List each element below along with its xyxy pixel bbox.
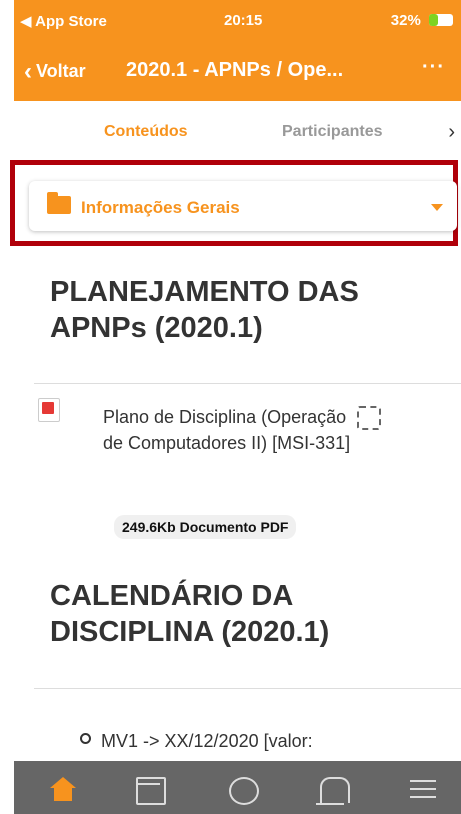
clock: 20:15 [224, 12, 263, 29]
status-bar: ◀ App Store 20:15 32% [14, 0, 461, 40]
bottom-tab-bar [14, 761, 461, 814]
section-heading-planejamento: PLANEJAMENTO DAS APNPs (2020.1) [50, 276, 359, 344]
back-button[interactable]: ‹ Voltar [24, 58, 86, 86]
page-title: 2020.1 - APNPs / Ope... [126, 59, 344, 81]
section-selector[interactable]: Informações Gerais [29, 181, 457, 231]
app-header: ◀ App Store 20:15 32% ‹ Voltar 2020.1 - A… [14, 0, 461, 101]
back-label: Voltar [36, 61, 86, 81]
tab-bar: Conteúdos Participantes › [14, 101, 461, 161]
home-icon[interactable] [50, 777, 76, 801]
menu-icon[interactable] [410, 777, 436, 801]
section-heading-calendario: CALENDÁRIO DA DISCIPLINA (2020.1) [50, 580, 330, 648]
list-item-text: MV1 -> XX/12/2020 [valor: [101, 731, 313, 751]
bell-icon[interactable] [316, 777, 350, 805]
divider [34, 383, 461, 384]
selection-icon[interactable] [357, 406, 381, 430]
pdf-icon [38, 398, 60, 422]
folder-icon [47, 192, 71, 214]
nav-bar: ‹ Voltar 2020.1 - APNPs / Ope... ··· [14, 52, 461, 92]
calendar-icon[interactable] [136, 777, 166, 805]
list-item: MV1 -> XX/12/2020 [valor: [80, 731, 313, 752]
file-link[interactable]: Plano de Disciplina (Operação de Computa… [103, 404, 353, 456]
file-meta-badge: 249.6Kb Documento PDF [114, 515, 297, 539]
battery-icon [429, 14, 453, 26]
tab-participantes[interactable]: Participantes [282, 123, 382, 141]
chat-icon[interactable] [229, 777, 259, 805]
carrier-label[interactable]: ◀ App Store [20, 12, 107, 30]
battery-percentage: 32% [390, 12, 421, 29]
divider [34, 688, 461, 689]
more-options-button[interactable]: ··· [422, 56, 445, 79]
caret-down-icon [431, 204, 443, 211]
battery-status: 32% [391, 12, 453, 29]
chevron-left-icon: ‹ [24, 58, 32, 85]
bullet-icon [80, 733, 91, 744]
section-label: Informações Gerais [81, 198, 240, 217]
tab-conteudos[interactable]: Conteúdos [104, 123, 188, 141]
chevron-right-icon[interactable]: › [448, 121, 455, 144]
course-content: PLANEJAMENTO DAS APNPs (2020.1) Plano de… [14, 246, 461, 761]
